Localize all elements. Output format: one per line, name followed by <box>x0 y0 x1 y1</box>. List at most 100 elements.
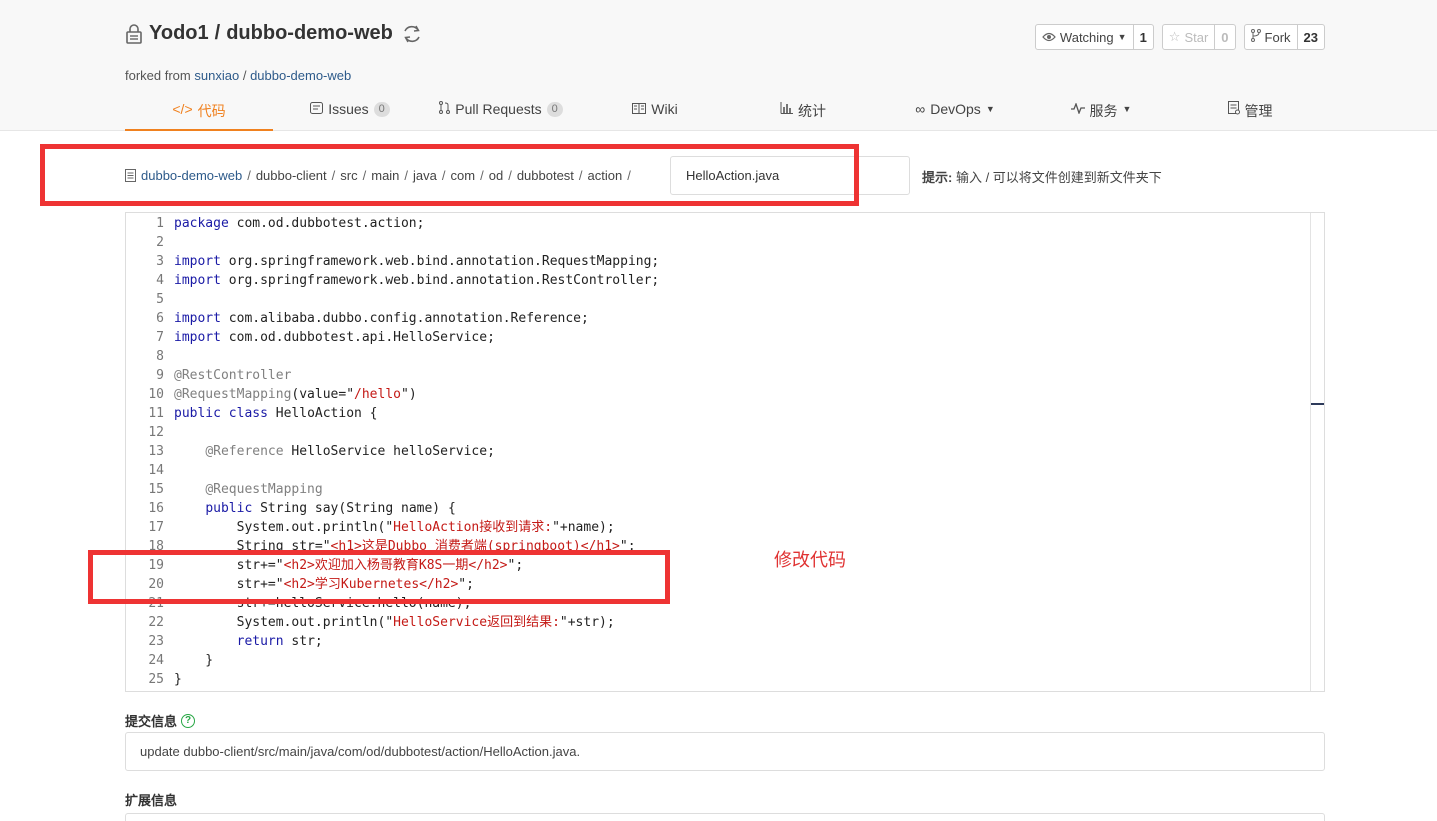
code-text: public class HelloAction { <box>174 406 378 421</box>
fork-label: Fork <box>1264 29 1291 45</box>
code-text: System.out.println("HelloAction接收到请求:"+n… <box>174 520 615 535</box>
tab-services-label: 服务 <box>1089 103 1118 119</box>
issues-icon <box>310 101 324 117</box>
issues-count-badge: 0 <box>373 102 390 117</box>
annotation-note: 修改代码 <box>774 550 846 570</box>
forked-repo-link[interactable]: dubbo-demo-web <box>250 68 351 83</box>
tab-code[interactable]: </> 代码 <box>125 94 273 131</box>
hint-text: 输入 / 可以将文件创建到新文件夹下 <box>955 170 1162 185</box>
code-text: @RequestMapping <box>205 482 323 497</box>
tab-issues[interactable]: Issues 0 <box>305 94 395 131</box>
code-text: @Reference HelloService helloService; <box>205 444 495 459</box>
bar-chart-icon <box>780 101 793 117</box>
line-number: 2 <box>156 235 164 250</box>
forked-separator: / <box>242 68 247 83</box>
repo-header: Yodo1 / dubbo-demo-web forked from sunxi… <box>0 0 1437 131</box>
line-number: 16 <box>148 501 164 516</box>
code-text: import org.springframework.web.bind.anno… <box>174 273 660 288</box>
extended-info-input[interactable] <box>125 813 1325 821</box>
fork-button-group[interactable]: Fork 23 <box>1243 24 1325 50</box>
code-text: package com.od.dubbotest.action; <box>174 216 425 231</box>
repo-owner[interactable]: Yodo1 <box>149 22 209 45</box>
scrollbar-thumb[interactable] <box>1311 403 1324 405</box>
tab-pull-requests-label: Pull Requests <box>455 101 542 117</box>
help-icon[interactable]: ? <box>181 713 196 728</box>
tab-code-label: 代码 <box>197 103 226 119</box>
line-number: 12 <box>148 425 164 440</box>
commit-message-label: 提交信息 ? <box>125 711 196 730</box>
extended-info-label: 扩展信息 <box>125 793 178 808</box>
pulls-count-badge: 0 <box>546 102 563 117</box>
tab-issues-label: Issues <box>328 101 369 117</box>
code-text: import com.alibaba.dubbo.config.annotati… <box>174 311 589 326</box>
code-text: import org.springframework.web.bind.anno… <box>174 254 660 269</box>
repo-name[interactable]: dubbo-demo-web <box>226 22 393 45</box>
annotation-box-code <box>88 550 670 604</box>
code-text: import com.od.dubbotest.api.HelloService… <box>174 330 495 345</box>
infinity-icon: ∞ <box>915 101 926 117</box>
line-number: 17 <box>148 520 164 535</box>
line-number: 23 <box>148 634 164 649</box>
code-text: @RestController <box>174 368 292 383</box>
book-icon <box>632 101 647 117</box>
line-number: 25 <box>148 672 164 687</box>
fork-count[interactable]: 23 <box>1296 25 1324 49</box>
line-number: 5 <box>156 292 164 307</box>
sync-icon[interactable] <box>401 23 423 45</box>
repo-actions: Watching ▼ 1 ☆ Star 0 Fork 23 <box>1034 24 1325 50</box>
tab-stats[interactable]: 统计 <box>777 94 829 131</box>
tab-devops-label: DevOps <box>930 101 981 117</box>
line-number: 1 <box>156 216 164 231</box>
repo-separator: / <box>214 22 221 44</box>
caret-down-icon: ▼ <box>1117 32 1127 42</box>
line-number: 7 <box>156 330 164 345</box>
line-number: 8 <box>156 349 164 364</box>
tab-services[interactable]: 服务 ▼ <box>1070 94 1132 131</box>
line-number: 22 <box>148 615 164 630</box>
settings-doc-icon <box>1227 101 1240 118</box>
line-number: 11 <box>148 406 164 421</box>
watch-button[interactable]: Watching ▼ <box>1036 25 1133 49</box>
line-number: 10 <box>148 387 164 402</box>
star-button[interactable]: ☆ Star <box>1163 25 1215 49</box>
line-number: 15 <box>148 482 164 497</box>
code-text: return str; <box>236 634 323 649</box>
line-number: 13 <box>148 444 164 459</box>
filename-hint: 提示: 输入 / 可以将文件创建到新文件夹下 <box>922 167 1162 186</box>
line-number: 24 <box>148 653 164 668</box>
code-text: System.out.println("HelloService返回到结果:"+… <box>174 615 615 630</box>
watch-button-group[interactable]: Watching ▼ 1 <box>1034 24 1154 50</box>
forked-owner-link[interactable]: sunxiao <box>194 68 239 83</box>
code-icon: </> <box>172 101 193 117</box>
line-number: 3 <box>156 254 164 269</box>
watch-label: Watching <box>1059 29 1114 45</box>
fork-icon <box>1250 29 1261 45</box>
commit-label-text: 提交信息 <box>125 714 178 729</box>
tab-devops[interactable]: ∞ DevOps ▼ <box>910 94 1000 131</box>
lock-icon <box>125 23 143 44</box>
tab-wiki-label: Wiki <box>651 101 678 117</box>
line-number: 9 <box>156 368 164 383</box>
tab-pull-requests[interactable]: Pull Requests 0 <box>437 94 565 131</box>
tab-manage[interactable]: 管理 <box>1225 94 1275 131</box>
fork-button[interactable]: Fork <box>1245 25 1297 49</box>
hint-label: 提示: <box>922 170 953 185</box>
watch-count[interactable]: 1 <box>1132 25 1153 49</box>
pulse-icon <box>1070 101 1085 117</box>
line-number: 14 <box>148 463 164 478</box>
commit-message-input[interactable] <box>125 732 1325 771</box>
forked-from: forked from sunxiao / dubbo-demo-web <box>125 68 351 83</box>
code-text: public String say(String name) { <box>205 501 456 516</box>
code-editor[interactable]: 1 package com.od.dubbotest.action; 2 3 impor… <box>125 212 1325 692</box>
caret-down-icon: ▼ <box>985 104 995 114</box>
star-count[interactable]: 0 <box>1214 25 1234 49</box>
tab-stats-label: 统计 <box>798 103 826 119</box>
line-number: 4 <box>156 273 164 288</box>
code-text: @RequestMapping(value="/hello") <box>174 387 417 402</box>
editor-scrollbar[interactable] <box>1310 213 1324 691</box>
star-button-group[interactable]: ☆ Star 0 <box>1161 24 1236 50</box>
star-label: Star <box>1184 29 1209 45</box>
tab-wiki[interactable]: Wiki <box>630 94 680 131</box>
annotation-box-path <box>40 144 859 206</box>
repo-nav: </> 代码 Issues 0 Pull Requests 0 Wiki 统计 … <box>125 94 1325 131</box>
